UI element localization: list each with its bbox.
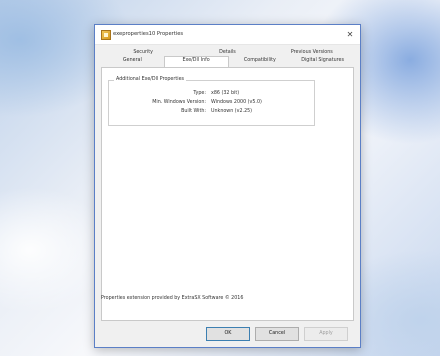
apply-button[interactable]: Apply bbox=[304, 327, 348, 341]
property-label: Type: bbox=[193, 91, 206, 96]
property-row: Min. Windows Version: Windows 2000 (v5.0… bbox=[109, 100, 314, 107]
tab-panel: Additional Exe/Dll Properties Type: x86 … bbox=[101, 67, 354, 321]
close-button[interactable]: ✕ bbox=[340, 25, 360, 44]
tab-exe-dll-info[interactable]: Exe/Dll Info bbox=[163, 56, 229, 67]
property-row: Built With: Unknown (v2.25) bbox=[109, 109, 314, 116]
properties-group: Additional Exe/Dll Properties Type: x86 … bbox=[108, 77, 315, 126]
group-label: Additional Exe/Dll Properties bbox=[114, 77, 187, 82]
property-label: Built With: bbox=[181, 109, 206, 114]
property-value: x86 (32 bit) bbox=[211, 91, 240, 96]
title-bar[interactable]: exeproperties10 Properties ✕ bbox=[95, 25, 360, 45]
tab-strip: Security Details Previous Versions Gener… bbox=[101, 49, 354, 67]
tab-general[interactable]: General bbox=[101, 57, 164, 65]
tab-row-front: General Exe/Dll Info Compatibility Digit… bbox=[101, 56, 354, 67]
tab-digital-signatures[interactable]: Digital Signatures bbox=[291, 57, 354, 65]
tab-previous-versions[interactable]: Previous Versions bbox=[270, 49, 354, 57]
window-title: exeproperties10 Properties bbox=[113, 31, 184, 37]
property-label: Min. Windows Version: bbox=[152, 100, 206, 105]
ok-button[interactable]: OK bbox=[206, 327, 250, 341]
tab-compatibility[interactable]: Compatibility bbox=[229, 57, 292, 65]
property-value: Windows 2000 (v5.0) bbox=[211, 100, 262, 105]
property-value: Unknown (v2.25) bbox=[211, 109, 253, 114]
cancel-button[interactable]: Cancel bbox=[255, 327, 299, 341]
exe-file-icon bbox=[101, 30, 111, 40]
properties-dialog: exeproperties10 Properties ✕ Security De… bbox=[94, 24, 361, 348]
extension-credit: Properties extension provided by ExtraSX… bbox=[101, 296, 244, 301]
property-row: Type: x86 (32 bit) bbox=[109, 91, 314, 98]
